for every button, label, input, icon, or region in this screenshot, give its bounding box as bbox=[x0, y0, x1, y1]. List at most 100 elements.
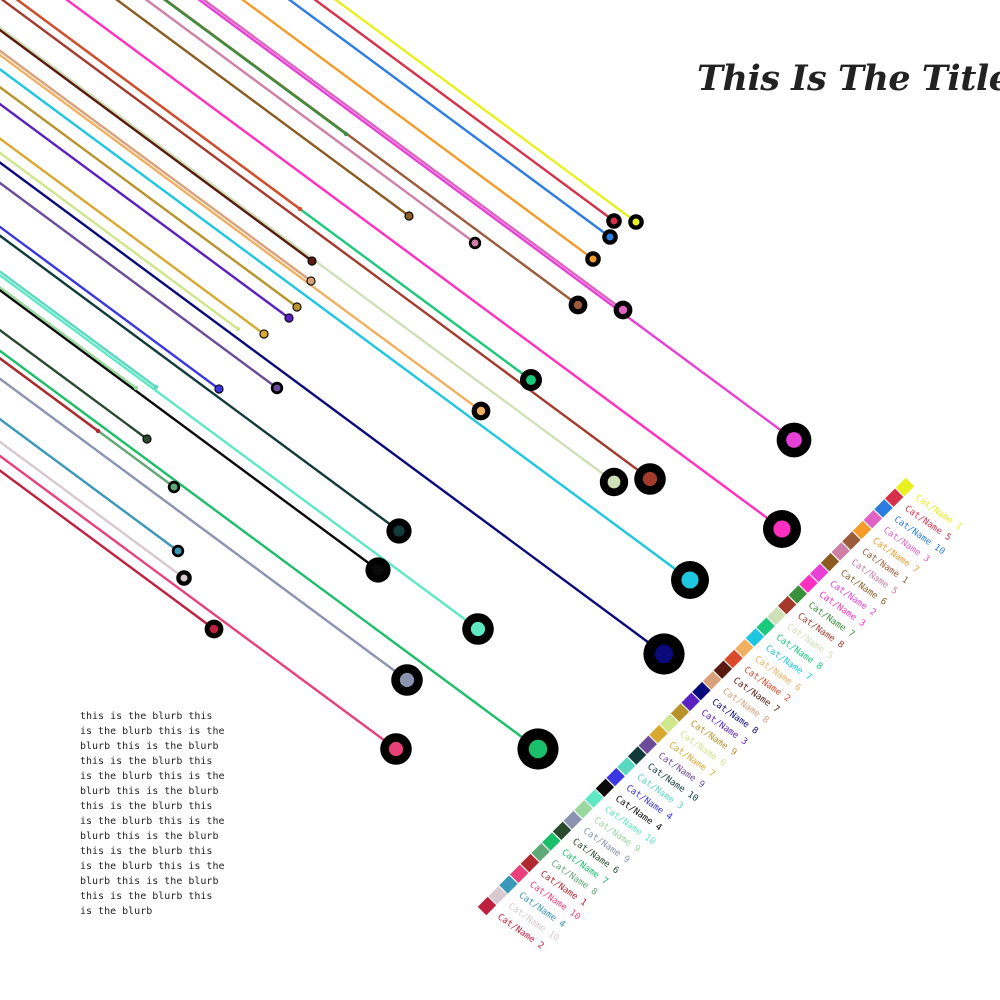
data-point-28 bbox=[365, 557, 391, 583]
point-core-15 bbox=[476, 406, 486, 416]
series-line-28 bbox=[0, 288, 379, 571]
point-core-4 bbox=[589, 255, 597, 263]
point-core-16 bbox=[297, 206, 303, 212]
data-point-23 bbox=[259, 329, 269, 339]
point-core-20 bbox=[285, 314, 293, 322]
blurb-text: this is the blurb this is the blurb this… bbox=[80, 711, 225, 917]
data-point-14 bbox=[671, 561, 709, 599]
point-core-2 bbox=[606, 233, 614, 241]
data-point-24 bbox=[270, 381, 284, 395]
data-point-1 bbox=[606, 213, 622, 229]
data-point-10 bbox=[343, 131, 349, 137]
data-point-3 bbox=[613, 300, 633, 320]
data-point-4 bbox=[585, 251, 601, 267]
point-core-36 bbox=[388, 741, 404, 757]
series-line-0 bbox=[333, 0, 637, 223]
point-core-10 bbox=[343, 131, 349, 137]
point-core-18 bbox=[307, 277, 315, 285]
point-core-12 bbox=[607, 475, 621, 489]
data-point-36 bbox=[380, 733, 412, 765]
data-point-0 bbox=[628, 214, 644, 230]
point-core-34 bbox=[170, 483, 178, 491]
data-point-18 bbox=[306, 276, 316, 286]
series-line-37 bbox=[0, 417, 179, 552]
series-line-9 bbox=[65, 0, 783, 530]
data-point-8 bbox=[776, 422, 812, 458]
point-core-38 bbox=[180, 574, 188, 582]
legend: Cat/Name 1Cat/Name 5Cat/Name 10Cat/Name … bbox=[477, 477, 963, 952]
series-line-38 bbox=[0, 440, 185, 579]
data-point-19 bbox=[643, 633, 685, 675]
series-line-20 bbox=[0, 102, 290, 319]
data-point-38 bbox=[176, 570, 192, 586]
point-core-35 bbox=[95, 428, 101, 434]
point-core-23 bbox=[260, 330, 268, 338]
point-core-13 bbox=[526, 375, 536, 385]
point-core-1 bbox=[610, 217, 618, 225]
data-point-31 bbox=[391, 664, 423, 696]
point-core-27 bbox=[215, 385, 223, 393]
point-core-33 bbox=[528, 739, 548, 759]
data-point-37 bbox=[171, 544, 185, 558]
series-line-13 bbox=[15, 0, 532, 381]
point-core-6 bbox=[471, 239, 479, 247]
point-core-22 bbox=[235, 326, 241, 332]
series-line-18 bbox=[0, 49, 312, 282]
point-core-30 bbox=[133, 385, 139, 391]
series-line-14 bbox=[0, 67, 691, 581]
series-line-3 bbox=[202, 0, 624, 311]
point-core-8 bbox=[786, 432, 802, 448]
point-core-25 bbox=[393, 525, 405, 537]
data-point-15 bbox=[471, 401, 491, 421]
data-point-34 bbox=[167, 480, 181, 494]
data-point-6 bbox=[468, 236, 482, 250]
data-point-5 bbox=[568, 295, 588, 315]
point-core-14 bbox=[681, 571, 699, 589]
point-core-3 bbox=[618, 305, 628, 315]
point-core-9 bbox=[773, 520, 791, 538]
point-core-31 bbox=[399, 672, 415, 688]
series-line-30 bbox=[0, 285, 137, 389]
data-point-16 bbox=[297, 206, 303, 212]
point-core-19 bbox=[654, 644, 674, 664]
data-point-20 bbox=[284, 313, 294, 323]
point-core-37 bbox=[174, 547, 182, 555]
data-point-13 bbox=[520, 369, 542, 391]
point-core-11 bbox=[642, 471, 658, 487]
point-core-5 bbox=[573, 300, 583, 310]
data-point-26 bbox=[153, 384, 159, 390]
data-point-32 bbox=[142, 434, 152, 444]
point-core-26 bbox=[153, 384, 159, 390]
data-point-35 bbox=[95, 428, 101, 434]
point-core-7 bbox=[405, 212, 413, 220]
data-point-12 bbox=[599, 467, 629, 497]
data-point-9 bbox=[763, 510, 801, 548]
point-core-24 bbox=[273, 384, 281, 392]
data-point-29 bbox=[462, 613, 494, 645]
series-line-4 bbox=[240, 0, 594, 260]
point-core-32 bbox=[143, 435, 151, 443]
chart-title: This Is The Title bbox=[697, 58, 1000, 99]
series-line-33 bbox=[0, 349, 539, 750]
data-point-25 bbox=[386, 518, 412, 544]
point-core-29 bbox=[470, 621, 486, 637]
point-core-28 bbox=[372, 564, 384, 576]
data-point-22 bbox=[235, 326, 241, 332]
series-line-5 bbox=[163, 0, 579, 306]
point-core-0 bbox=[632, 218, 640, 226]
series-line-11 bbox=[0, 0, 651, 480]
data-point-30 bbox=[133, 385, 139, 391]
point-core-17 bbox=[308, 257, 316, 265]
data-point-33 bbox=[517, 728, 559, 770]
series-line-39 bbox=[0, 469, 215, 630]
point-core-39 bbox=[209, 624, 219, 634]
data-point-7 bbox=[404, 211, 414, 221]
series-line-29 bbox=[0, 273, 479, 630]
data-point-39 bbox=[204, 619, 224, 639]
data-point-21 bbox=[292, 302, 302, 312]
data-point-17 bbox=[307, 256, 317, 266]
point-core-21 bbox=[293, 303, 301, 311]
data-point-27 bbox=[214, 384, 224, 394]
data-point-11 bbox=[634, 463, 666, 495]
data-point-2 bbox=[602, 229, 618, 245]
